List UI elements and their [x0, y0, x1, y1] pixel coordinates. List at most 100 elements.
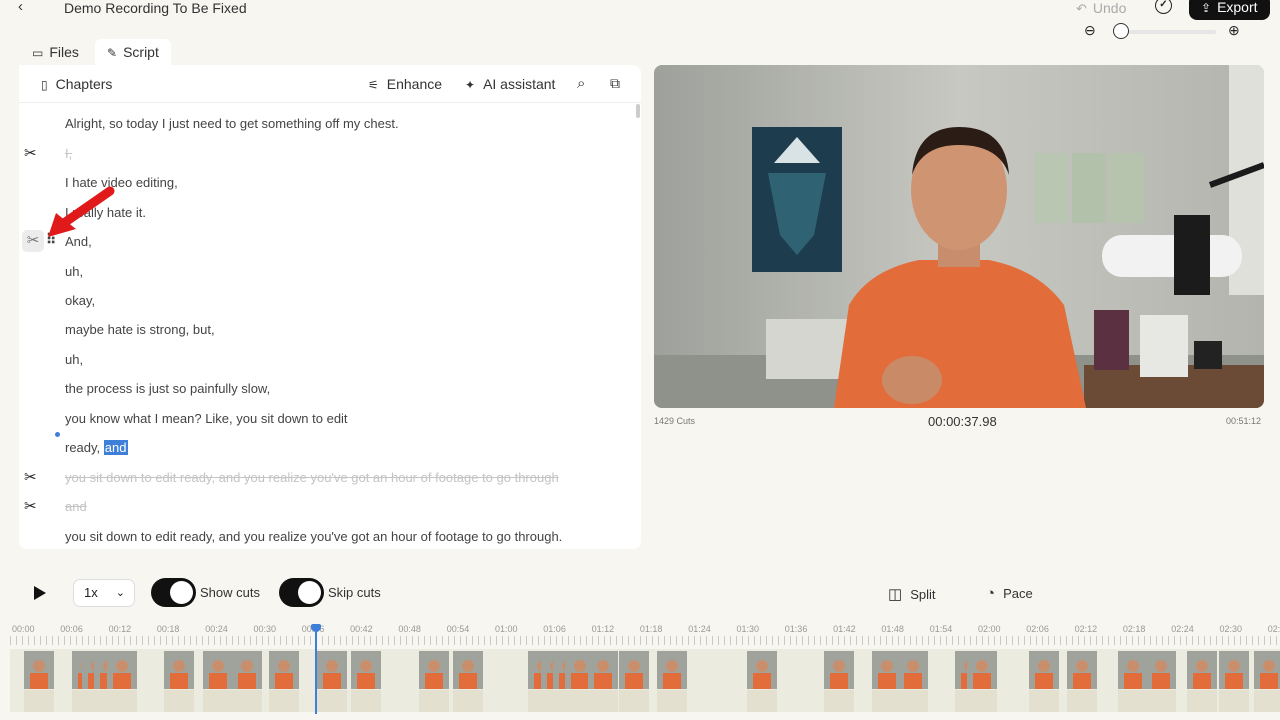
timeline-tick-label: 02:18: [1122, 624, 1146, 634]
scissors-icon[interactable]: ✂: [24, 497, 37, 515]
timeline-tick-label: 01:54: [929, 624, 953, 634]
scissors-icon[interactable]: ✂: [24, 468, 37, 486]
red-arrow-annotation: [48, 186, 115, 237]
script-line[interactable]: uh,: [65, 264, 83, 279]
check-circle-icon[interactable]: ✓: [1155, 0, 1172, 14]
pace-button[interactable]: ◔ Pace: [986, 585, 1033, 602]
search-icon[interactable]: ⌕: [577, 75, 585, 92]
timeline-clip[interactable]: [1118, 651, 1148, 712]
zoom-slider[interactable]: [1121, 30, 1216, 34]
script-line[interactable]: maybe hate is strong, but,: [65, 322, 215, 337]
timeline-clip[interactable]: [317, 651, 347, 712]
timeline-tick-label: 00:24: [205, 624, 228, 634]
timeline-clip[interactable]: [1029, 651, 1059, 712]
playhead[interactable]: [315, 624, 317, 714]
timeline-tick-label: 02:12: [1074, 624, 1098, 634]
cuts-count: 1429 Cuts: [654, 416, 696, 426]
timeline-clip[interactable]: [1219, 651, 1249, 712]
timeline-clip[interactable]: [588, 651, 618, 712]
timeline-clip[interactable]: [1187, 651, 1217, 712]
script-line[interactable]: uh,: [65, 352, 83, 367]
timeline-tick-label: 00:18: [156, 624, 180, 634]
ai-assistant-button[interactable]: ✦ AI assistant: [465, 76, 555, 92]
undo-label: Undo: [1092, 0, 1127, 16]
timeline-clip[interactable]: [164, 651, 194, 712]
timeline-tick-label: 00:12: [108, 624, 132, 634]
video-preview[interactable]: [654, 65, 1264, 408]
script-panel: ▯ Chapters ⚟ Enhance ✦ AI assistant ⌕ ⧉ Alr…: [19, 65, 641, 549]
script-line-cut[interactable]: and: [65, 499, 87, 514]
export-icon: ⇪: [1201, 1, 1212, 15]
export-label: Export: [1217, 0, 1258, 15]
timeline-clip[interactable]: [1146, 651, 1176, 712]
chevron-down-icon: ⌄: [115, 587, 125, 599]
timeline-clip[interactable]: [232, 651, 262, 712]
tab-files[interactable]: ▭ Files: [20, 39, 91, 65]
bookmark-icon: ▯: [41, 78, 48, 92]
scissors-icon[interactable]: ✂: [24, 144, 37, 162]
timeline-tick-label: 01:18: [639, 624, 663, 634]
timeline-tick-label: 01:42: [833, 624, 856, 634]
script-line-cut[interactable]: I,: [65, 146, 72, 161]
timeline-clip[interactable]: [203, 651, 233, 712]
timeline-tick-label: 01:36: [784, 624, 808, 634]
undo-icon: ↶: [1076, 1, 1087, 16]
script-line[interactable]: ready, and: [65, 440, 128, 455]
timeline-tick-label: 00:42: [350, 624, 373, 634]
zoom-slider-knob[interactable]: [1113, 23, 1129, 39]
timeline-clip[interactable]: [1067, 651, 1097, 712]
skip-cuts-label: Skip cuts: [328, 585, 381, 600]
zoom-out-icon[interactable]: ⊖: [1084, 22, 1096, 39]
pace-clock-icon: ◔: [986, 585, 996, 602]
timeline-clips[interactable]: [10, 649, 1280, 712]
playback-controls: 1x ⌄ Show cuts Skip cuts ◫ Split ◔ Pace: [0, 562, 1280, 620]
timeline-clip[interactable]: [107, 651, 137, 712]
timeline-clip[interactable]: [269, 651, 299, 712]
export-button[interactable]: ⇪ Export: [1189, 0, 1270, 20]
play-icon[interactable]: [34, 586, 46, 600]
timeline-clip[interactable]: [419, 651, 449, 712]
zoom-in-icon[interactable]: ⊕: [1228, 22, 1240, 39]
folder-icon: ▭: [32, 46, 44, 60]
script-line-cut[interactable]: you sit down to edit ready, and you real…: [65, 470, 559, 485]
timeline-clip[interactable]: [872, 651, 902, 712]
timeline-clip[interactable]: [824, 651, 854, 712]
script-line[interactable]: okay,: [65, 293, 95, 308]
pace-label: Pace: [1003, 586, 1033, 601]
timeline-clip[interactable]: [453, 651, 483, 712]
timeline-tick-label: 01:48: [881, 624, 904, 634]
selected-word[interactable]: and: [103, 440, 128, 455]
script-line[interactable]: Alright, so today I just need to get som…: [65, 116, 399, 131]
show-cuts-toggle[interactable]: [151, 578, 196, 607]
timeline-tick-label: 01:00: [495, 624, 518, 634]
timeline-clip[interactable]: [1254, 651, 1280, 712]
script-line[interactable]: the process is just so painfully slow,: [65, 381, 270, 396]
timeline-tick-label: 00:30: [253, 624, 277, 634]
enhance-button[interactable]: ⚟ Enhance: [368, 76, 442, 92]
timeline-tick-label: 01:12: [591, 624, 615, 634]
timeline-clip[interactable]: [619, 651, 649, 712]
copy-icon[interactable]: ⧉: [610, 75, 620, 92]
timeline-tick-label: 02:06: [1026, 624, 1049, 634]
undo-button[interactable]: ↶ Undo: [1076, 0, 1126, 17]
skip-cuts-toggle[interactable]: [279, 578, 324, 607]
split-button[interactable]: ◫ Split: [888, 585, 935, 603]
timeline-clip[interactable]: [657, 651, 687, 712]
timeline-tick-label: 00:48: [398, 624, 421, 634]
timeline-clip[interactable]: [967, 651, 997, 712]
timeline-clip[interactable]: [24, 651, 54, 712]
script-line[interactable]: you sit down to edit ready, and you real…: [65, 529, 562, 544]
speed-select[interactable]: 1x ⌄: [73, 579, 135, 607]
chapters-button[interactable]: ▯ Chapters: [41, 76, 112, 92]
script-toolbar: ▯ Chapters ⚟ Enhance ✦ AI assistant ⌕ ⧉: [19, 65, 641, 103]
script-scrollbar[interactable]: [636, 104, 640, 118]
timeline-clip[interactable]: [898, 651, 928, 712]
timeline-clip[interactable]: [351, 651, 381, 712]
show-cuts-label: Show cuts: [200, 585, 260, 600]
script-line-text: ready,: [65, 440, 101, 455]
script-line[interactable]: you know what I mean? Like, you sit down…: [65, 411, 348, 426]
timeline-tick-label: 02:00: [978, 624, 1001, 634]
timeline-clip[interactable]: [747, 651, 777, 712]
back-chevron-icon[interactable]: ‹: [18, 0, 23, 15]
tab-script[interactable]: ✎ Script: [95, 39, 171, 65]
